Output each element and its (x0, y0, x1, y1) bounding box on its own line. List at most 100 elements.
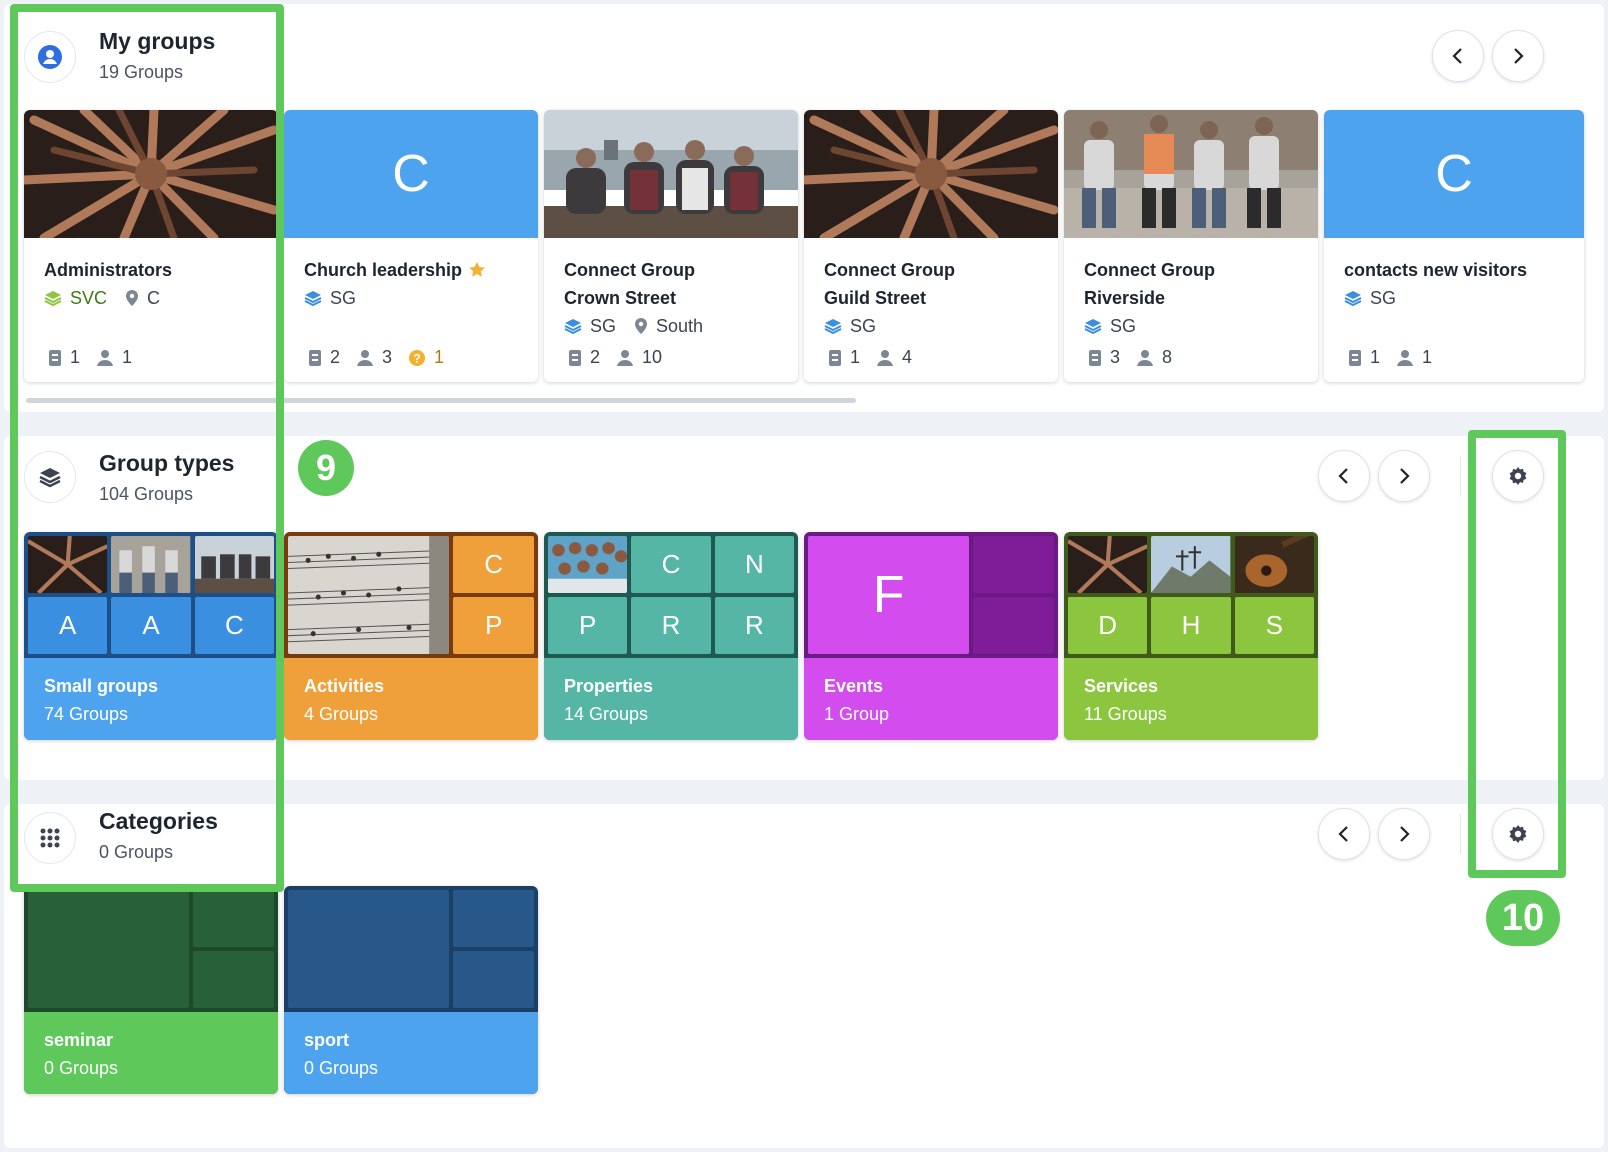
divider (1460, 456, 1461, 496)
layers-icon (564, 319, 582, 334)
subgroup-tile: P (453, 597, 534, 654)
stat-pending: 1 (434, 347, 445, 367)
group-name: Church leadership (304, 260, 463, 280)
id-badge-icon (569, 349, 581, 366)
chevron-right-icon (1400, 826, 1410, 842)
empty-tile (288, 890, 450, 1008)
person-icon (617, 349, 634, 366)
category-name: sport (304, 1030, 349, 1050)
empty-tile (193, 890, 274, 947)
category-count: 0 Groups (44, 1058, 119, 1078)
subgroup-tile: S (1234, 597, 1314, 654)
empty-tile (28, 890, 190, 1008)
photo-students (548, 536, 628, 593)
next-button[interactable] (1378, 450, 1430, 502)
group-location: South (656, 316, 704, 336)
subgroup-tile: H (1151, 597, 1231, 654)
category-card-sport[interactable]: sport 0 Groups (284, 886, 538, 1094)
stat-leaders: 2 (330, 347, 341, 367)
annotation-badge-10: 10 (1486, 890, 1560, 946)
subgroup-tile: D (1068, 597, 1148, 654)
next-button[interactable] (1378, 808, 1430, 860)
annotation-badge-9: 9 (298, 440, 354, 496)
type-count: 14 Groups (564, 704, 649, 724)
prev-button[interactable] (1318, 808, 1370, 860)
stat-leaders: 3 (1110, 347, 1121, 367)
group-card-guild-street[interactable]: Connect Group Guild Street SG 1 4 (804, 110, 1058, 382)
group-type: SG (330, 288, 357, 308)
type-card-properties[interactable]: C N P R R Properties 14 Groups (544, 532, 798, 740)
next-button[interactable] (1492, 30, 1544, 82)
group-card-riverside[interactable]: Connect Group Riverside SG 3 8 (1064, 110, 1318, 382)
subgroup-tile: R (631, 597, 711, 654)
person-icon (1137, 349, 1154, 366)
subgroup-tile: R (714, 597, 794, 654)
layers-icon (824, 319, 842, 334)
id-badge-icon (1089, 349, 1101, 366)
group-name-line2: Crown Street (564, 288, 677, 308)
id-badge-icon (829, 349, 841, 366)
category-card-seminar[interactable]: seminar 0 Groups (24, 886, 278, 1094)
group-photo-people-sitting (1064, 110, 1318, 238)
photo-hands (1068, 536, 1148, 593)
stat-members: 4 (902, 347, 913, 367)
prev-button[interactable] (1318, 450, 1370, 502)
subgroup-tile: N (714, 536, 794, 593)
group-name: Connect Group (564, 260, 695, 280)
subgroup-tile: C (453, 536, 534, 593)
group-name: Connect Group (824, 260, 955, 280)
id-badge-icon (309, 349, 321, 366)
empty-tile (973, 597, 1054, 654)
stat-leaders: 2 (590, 347, 601, 367)
person-icon (357, 349, 374, 366)
subgroup-tile: F (808, 536, 970, 654)
type-card-events[interactable]: F Events 1 Group (804, 532, 1058, 740)
photo-guitar (1234, 536, 1314, 593)
prev-button[interactable] (1432, 30, 1484, 82)
chevron-left-icon (1338, 826, 1348, 842)
stat-members: 1 (1422, 347, 1433, 367)
star-icon (469, 262, 485, 277)
group-name-line2: Riverside (1084, 288, 1166, 308)
svg-text:?: ? (413, 351, 420, 365)
group-card-contacts-new-visitors[interactable]: C contacts new visitors SG 1 1 (1324, 110, 1584, 382)
chevron-right-icon (1514, 48, 1524, 64)
stat-leaders: 1 (850, 347, 861, 367)
type-card-activities[interactable]: C P Activities 4 Groups (284, 532, 538, 740)
divider (1460, 814, 1461, 854)
type-count: 4 Groups (304, 704, 379, 724)
group-name: contacts new visitors (1344, 260, 1528, 280)
type-name: Activities (304, 676, 385, 696)
type-count: 11 Groups (1084, 704, 1167, 724)
group-type: SG (590, 316, 617, 336)
category-name: seminar (44, 1030, 114, 1050)
empty-tile (193, 951, 274, 1008)
group-type: SG (1370, 288, 1397, 308)
group-photo-people-sea (544, 110, 798, 238)
type-card-services[interactable]: D H S Services 11 Groups (1064, 532, 1318, 740)
group-letter-tile: C (284, 110, 538, 238)
highlight-box-sidebar-headers (10, 4, 284, 892)
type-name: Services (1084, 676, 1159, 696)
type-name: Events (824, 676, 884, 696)
chevron-left-icon (1452, 48, 1462, 64)
location-pin-icon (635, 318, 648, 334)
group-card-church-leadership[interactable]: C Church leadership SG 2 3 ? 1 (284, 110, 538, 382)
group-name: Connect Group (1084, 260, 1215, 280)
type-name: Properties (564, 676, 654, 696)
stat-members: 8 (1162, 347, 1173, 367)
photo-sheet-music (288, 536, 450, 654)
group-card-crown-street[interactable]: Connect Group Crown Street SG South 2 10 (544, 110, 798, 382)
photo-crosses-mountain (1151, 536, 1231, 593)
stat-members: 10 (642, 347, 663, 367)
category-count: 0 Groups (304, 1058, 379, 1078)
subgroup-tile: C (631, 536, 711, 593)
empty-tile (453, 951, 534, 1008)
stat-leaders: 1 (1370, 347, 1381, 367)
group-photo-hands (804, 110, 1058, 238)
chevron-right-icon (1400, 468, 1410, 484)
layers-icon (304, 291, 322, 306)
group-type: SG (850, 316, 877, 336)
highlight-box-settings (1468, 430, 1566, 878)
empty-tile (973, 536, 1054, 593)
